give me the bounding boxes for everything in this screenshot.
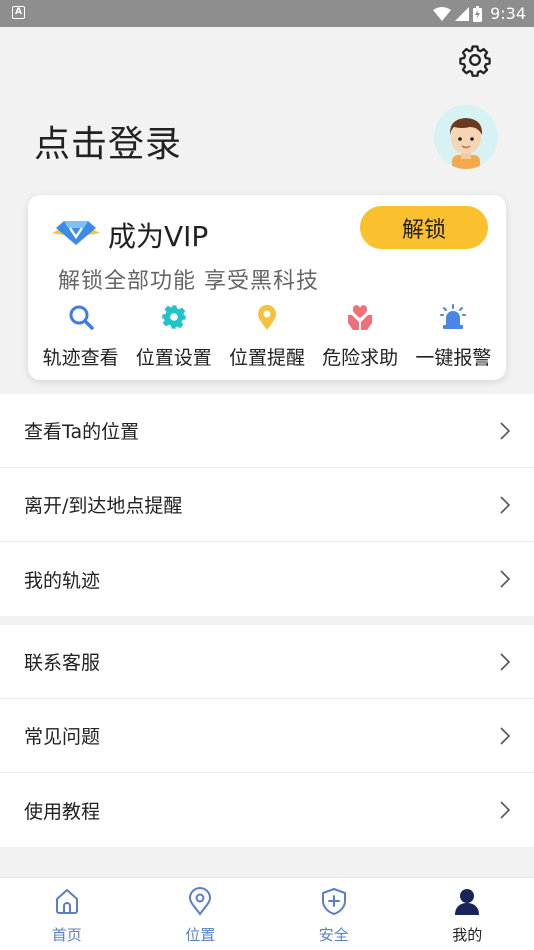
menu-item-view-location[interactable]: 查看Ta的位置 [0,394,534,468]
feature-danger-help[interactable]: 危险求助 [316,303,404,370]
feature-one-tap-alarm[interactable]: 一键报警 [409,303,497,370]
menu-item-label: 常见问题 [24,726,101,748]
menu-item-label: 离开/到达地点提醒 [24,495,183,517]
nav-home[interactable]: 首页 [0,878,134,950]
menu-item-label: 查看Ta的位置 [24,421,140,443]
menu-item-faq[interactable]: 常见问题 [0,699,534,773]
feature-label: 一键报警 [415,347,492,369]
vip-title: 成为VIP [108,220,209,253]
location-pin-icon [257,305,276,330]
nav-label: 安全 [318,926,349,944]
vip-card: 成为VIP 解锁 解锁全部功能 享受黑科技 轨迹查看 位置设置 位置提醒 危险求… [28,195,506,380]
chevron-right-icon [500,422,510,440]
vip-diamond-icon [52,221,100,245]
search-icon [69,305,94,330]
avatar[interactable] [434,105,498,169]
nav-safety[interactable]: 安全 [267,878,401,950]
avatar-icon [449,118,483,169]
nav-label: 首页 [51,926,82,944]
menu-group-primary: 查看Ta的位置 离开/到达地点提醒 我的轨迹 [0,394,534,616]
vip-features: 轨迹查看 位置设置 位置提醒 危险求助 一键报警 [28,303,506,370]
vip-subtitle: 解锁全部功能 享受黑科技 [58,269,319,294]
menu-item-arrival-reminder[interactable]: 离开/到达地点提醒 [0,468,534,542]
feature-track-view[interactable]: 轨迹查看 [37,303,125,370]
wifi-icon [433,6,452,21]
bottom-nav: 首页 位置 安全 我的 [0,877,534,950]
menu-item-my-track[interactable]: 我的轨迹 [0,542,534,616]
clock: 9:34 [490,4,526,23]
menu-item-label: 我的轨迹 [24,569,101,592]
profile-header: 点击登录 [0,27,534,195]
feature-label: 轨迹查看 [42,347,119,369]
heart-hands-icon [348,305,373,330]
settings-gear-icon[interactable] [458,43,492,77]
chevron-right-icon [500,727,510,745]
chevron-right-icon [500,570,510,588]
signal-icon [455,6,470,21]
unlock-button[interactable]: 解锁 [360,206,488,249]
person-icon [455,889,480,915]
menu-item-tutorial[interactable]: 使用教程 [0,773,534,847]
menu-item-label: 使用教程 [24,800,101,823]
nav-label: 位置 [185,926,216,944]
alarm-icon [440,304,467,329]
feature-location-settings[interactable]: 位置设置 [130,303,218,370]
shield-plus-icon [321,888,346,915]
gear-icon [162,305,186,329]
nav-label: 我的 [452,926,483,944]
notification-icon: A [12,6,25,19]
status-icons: 9:34 [433,0,526,27]
feature-label: 位置提醒 [228,347,305,369]
location-icon [189,887,212,916]
chevron-right-icon [500,653,510,671]
feature-label: 危险求助 [322,347,399,369]
status-bar: A 9:34 [0,0,534,27]
home-icon [55,889,78,914]
battery-icon [473,5,483,22]
nav-location[interactable]: 位置 [134,878,268,950]
menu-group-support: 联系客服 常见问题 使用教程 [0,625,534,847]
menu-item-label: 联系客服 [24,652,101,674]
nav-mine[interactable]: 我的 [401,878,534,950]
menu-item-contact-support[interactable]: 联系客服 [0,625,534,699]
feature-label: 位置设置 [135,347,212,369]
login-prompt[interactable]: 点击登录 [34,115,182,167]
chevron-right-icon [500,496,510,514]
chevron-right-icon [500,801,510,819]
feature-location-reminder[interactable]: 位置提醒 [223,303,311,370]
